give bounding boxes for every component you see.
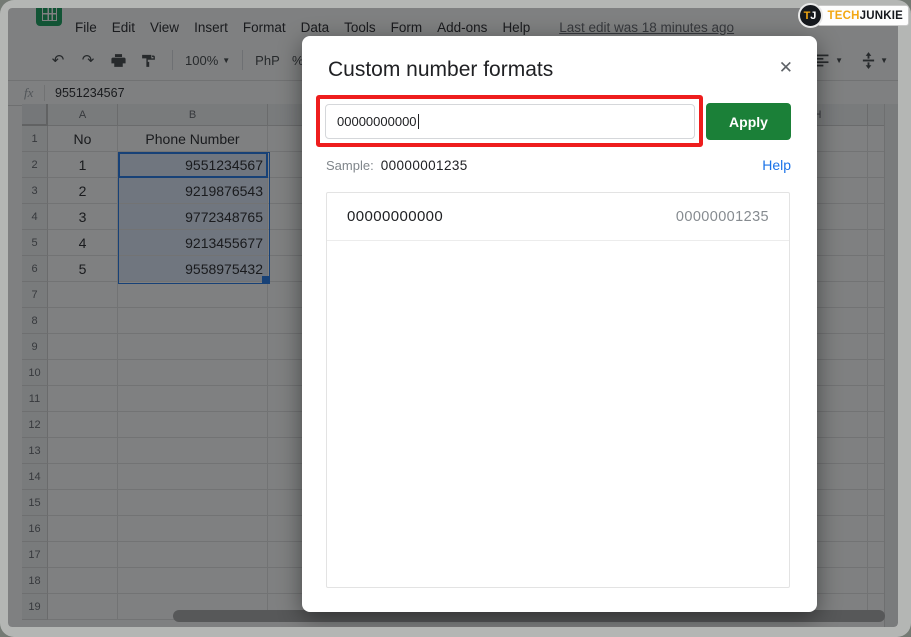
sample-row: Sample: 00000001235 Help: [326, 157, 791, 173]
format-list: 00000000000 00000001235: [326, 192, 790, 588]
format-list-item[interactable]: 00000000000 00000001235: [327, 193, 789, 241]
format-pattern: 00000000000: [347, 208, 443, 225]
sheets-app: FileEditViewInsertFormatDataToolsFormAdd…: [8, 8, 898, 627]
window-frame: FileEditViewInsertFormatDataToolsFormAdd…: [0, 0, 911, 637]
custom-number-formats-dialog: Custom number formats ✕ 00000000000 Appl…: [302, 36, 817, 612]
dialog-title: Custom number formats: [328, 58, 553, 82]
close-icon[interactable]: ✕: [779, 58, 793, 78]
screenshot-stage: FileEditViewInsertFormatDataToolsFormAdd…: [0, 0, 911, 637]
text-cursor: [418, 114, 419, 129]
techjunkie-logo-icon: TJ: [798, 3, 823, 28]
techjunkie-brand-text: TECHJUNKIE: [817, 5, 910, 26]
apply-button[interactable]: Apply: [706, 103, 791, 140]
sample-label: Sample:: [326, 158, 374, 173]
format-input-value: 00000000000: [337, 114, 417, 129]
sample-value: 00000001235: [381, 158, 468, 173]
format-input[interactable]: 00000000000: [325, 104, 695, 139]
techjunkie-watermark: TJ TECHJUNKIE: [798, 3, 910, 28]
format-preview: 00000001235: [676, 209, 769, 225]
help-link[interactable]: Help: [762, 157, 791, 173]
